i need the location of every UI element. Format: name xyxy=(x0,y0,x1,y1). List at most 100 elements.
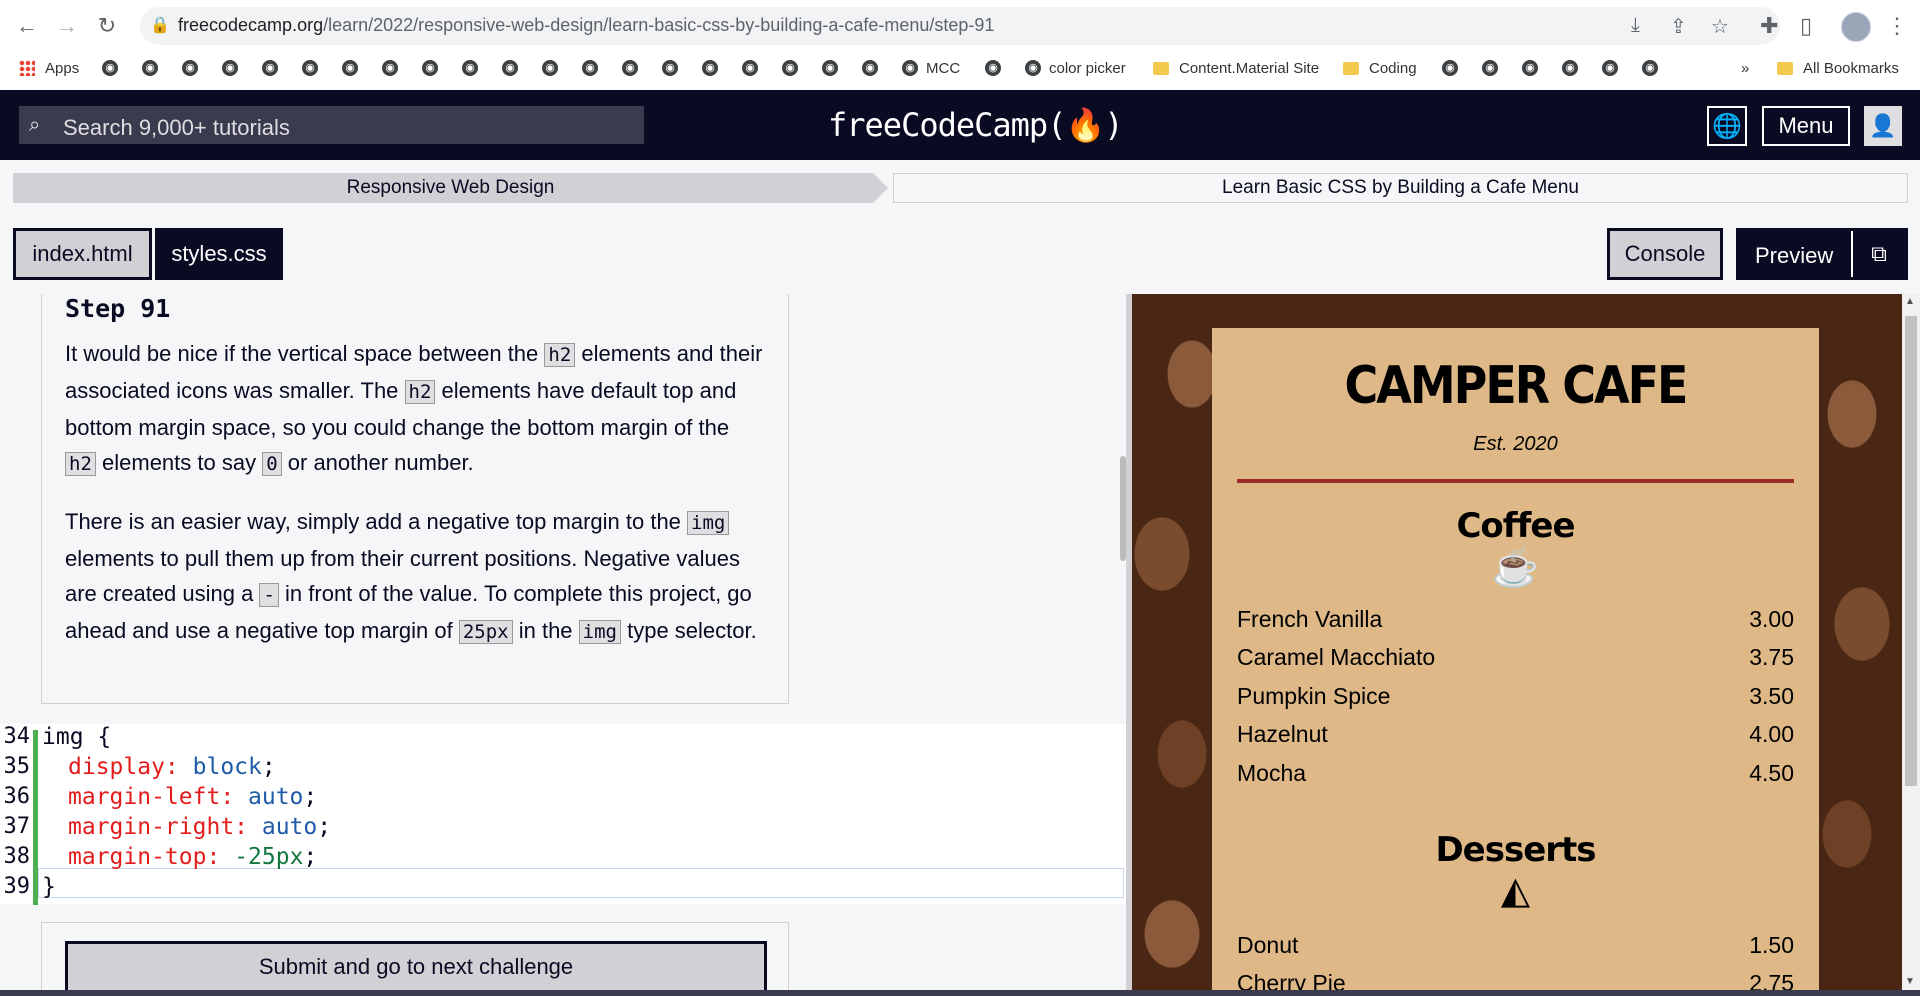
fcc-logo[interactable]: freeCodeCamp(🔥) xyxy=(828,106,1124,144)
submit-button[interactable]: Submit and go to next challenge xyxy=(65,941,767,996)
scroll-up-icon[interactable]: ▲ xyxy=(1905,296,1915,307)
more-icon[interactable]: ⋮ xyxy=(1886,13,1908,39)
bookmark-favicon[interactable]: ◉ xyxy=(742,52,766,84)
bottom-strip xyxy=(0,990,1920,996)
menu-button[interactable]: Menu xyxy=(1762,106,1850,146)
bookmark-favicon[interactable]: ◉ xyxy=(1482,52,1506,84)
bookmark-apps[interactable]: Apps xyxy=(19,52,79,84)
scroll-down-icon[interactable]: ▼ xyxy=(1905,976,1915,987)
bookmark-favicon[interactable]: ◉ xyxy=(622,52,646,84)
line-number: 34 xyxy=(3,724,31,749)
language-button[interactable]: 🌐 xyxy=(1707,106,1747,146)
breadcrumb-block[interactable]: Learn Basic CSS by Building a Cafe Menu xyxy=(893,173,1908,203)
inline-code: h2 xyxy=(65,452,96,476)
text: elements to say xyxy=(95,450,263,475)
cafe-menu: CAMPER CAFE Est. 2020 Coffee ☕ French Va… xyxy=(1212,328,1819,996)
console-button[interactable]: Console xyxy=(1607,228,1723,280)
back-icon[interactable]: ← xyxy=(12,11,42,41)
bookmark-favicon[interactable]: ◉ xyxy=(1522,52,1546,84)
text: type selector. xyxy=(620,618,757,643)
tab-index-html[interactable]: index.html xyxy=(13,228,152,280)
bookmark-favicon[interactable]: ◉ xyxy=(702,52,726,84)
inline-code: h2 xyxy=(544,343,576,367)
breadcrumb-superblock[interactable]: Responsive Web Design xyxy=(13,173,888,203)
bookmark-favicon[interactable]: ◉ xyxy=(1602,52,1626,84)
preview-scrollbar-thumb[interactable] xyxy=(1905,316,1917,786)
url-text[interactable]: freecodecamp.org/learn/2022/responsive-w… xyxy=(178,15,994,36)
lock-icon[interactable]: 🔒 xyxy=(150,15,170,35)
user-avatar[interactable]: 👤 xyxy=(1864,106,1902,146)
instructions-pane: Step 91 It would be nice if the vertical… xyxy=(0,294,1126,996)
css-semicolon: ; xyxy=(261,754,276,780)
bookmark-favicon[interactable]: ◉ xyxy=(142,52,166,84)
bookmark-favicon[interactable]: ◉ xyxy=(582,52,606,84)
current-line-highlight xyxy=(38,868,1124,898)
bookmark-favicon-icon: ◉ xyxy=(822,60,838,76)
folder-icon xyxy=(1343,61,1359,75)
bookmark-favicon[interactable]: ◉ xyxy=(382,52,406,84)
search-input[interactable]: ⌕ Search 9,000+ tutorials xyxy=(19,106,644,144)
inline-code: - xyxy=(259,583,279,607)
bookmark-favicon[interactable]: ◉ xyxy=(1442,52,1466,84)
bookmark-favicon[interactable]: ◉ xyxy=(862,52,886,84)
bookmark-favicon-icon: ◉ xyxy=(582,60,598,76)
bookmark-favicon[interactable]: ◉ xyxy=(262,52,286,84)
instruction-paragraph-1: It would be nice if the vertical space b… xyxy=(65,336,765,482)
bookmark-favicon[interactable]: ◉ xyxy=(1562,52,1586,84)
folder-icon xyxy=(1777,61,1793,75)
bookmark-favicon[interactable]: ◉ xyxy=(502,52,526,84)
bookmark-favicon-icon: ◉ xyxy=(1642,60,1658,76)
code-line[interactable]: margin-left: auto; xyxy=(68,784,317,810)
bookmark-favicon-icon: ◉ xyxy=(382,60,398,76)
install-icon[interactable]: ⤓ xyxy=(1631,14,1640,37)
bookmark-favicon[interactable]: ◉ xyxy=(102,52,126,84)
bookmarks-overflow[interactable]: » xyxy=(1741,52,1749,84)
bookmark-mcc[interactable]: ◉ MCC xyxy=(902,52,960,84)
bookmark-favicon[interactable]: ◉ xyxy=(222,52,246,84)
inline-code: 0 xyxy=(262,452,282,476)
bookmark-favicon[interactable]: ◉ xyxy=(1642,52,1666,84)
code-editor[interactable]: 34 img { 35 display: block; 36 margin-le… xyxy=(0,724,1126,905)
bookmark-favicon[interactable]: ◉ xyxy=(542,52,566,84)
code-line[interactable]: margin-top: -25px; xyxy=(68,844,317,870)
css-selector: img xyxy=(42,724,84,750)
profile-avatar[interactable] xyxy=(1841,12,1871,42)
bookmark-favicon-icon: ◉ xyxy=(702,60,718,76)
inline-code: h2 xyxy=(404,380,436,404)
tab-styles-css[interactable]: styles.css xyxy=(155,228,283,280)
code-line[interactable]: img { xyxy=(42,724,111,750)
bookmark-color-picker[interactable]: ◉ color picker xyxy=(1025,52,1126,84)
bookmark-all[interactable]: All Bookmarks xyxy=(1777,52,1899,84)
code-line[interactable]: display: block; xyxy=(68,754,276,780)
sidepanel-icon[interactable]: ▯ xyxy=(1800,13,1812,39)
bookmark-content-material[interactable]: Content.Material Site xyxy=(1153,52,1319,84)
code-line[interactable]: } xyxy=(42,874,56,900)
menu-item: Hazelnut 4.00 xyxy=(1237,721,1794,748)
bookmark-favicon[interactable]: ◉ xyxy=(182,52,206,84)
css-semicolon: ; xyxy=(303,844,318,870)
bookmark-favicon-icon: ◉ xyxy=(262,60,278,76)
preview-button[interactable]: Preview ⧉ xyxy=(1736,228,1908,280)
preview-label: Preview xyxy=(1755,243,1834,268)
bookmark-favicon[interactable]: ◉ xyxy=(822,52,846,84)
bookmark-coding[interactable]: Coding xyxy=(1343,52,1417,84)
popout-icon[interactable]: ⧉ xyxy=(1851,231,1905,277)
bookmark-favicon[interactable]: ◉ xyxy=(342,52,366,84)
bookmark-favicon[interactable]: ◉ xyxy=(985,52,1009,84)
css-property: margin-left: xyxy=(68,784,235,810)
bookmark-favicon[interactable]: ◉ xyxy=(782,52,806,84)
extensions-icon[interactable]: ✚ xyxy=(1760,13,1778,39)
bookmark-favicon[interactable]: ◉ xyxy=(462,52,486,84)
star-icon[interactable]: ☆ xyxy=(1711,14,1729,39)
bookmark-favicon[interactable]: ◉ xyxy=(422,52,446,84)
submit-panel: Submit and go to next challenge xyxy=(41,922,789,996)
menu-item: French Vanilla 3.00 xyxy=(1237,606,1794,633)
share-icon[interactable]: ⇪ xyxy=(1670,14,1687,39)
bookmark-favicon[interactable]: ◉ xyxy=(662,52,686,84)
menu-item: Pumpkin Spice 3.50 xyxy=(1237,683,1794,710)
bookmark-favicon[interactable]: ◉ xyxy=(302,52,326,84)
css-property: margin-right: xyxy=(68,814,249,840)
reload-icon[interactable]: ↻ xyxy=(92,11,122,41)
code-line[interactable]: margin-right: auto; xyxy=(68,814,331,840)
forward-icon[interactable]: → xyxy=(52,11,82,41)
